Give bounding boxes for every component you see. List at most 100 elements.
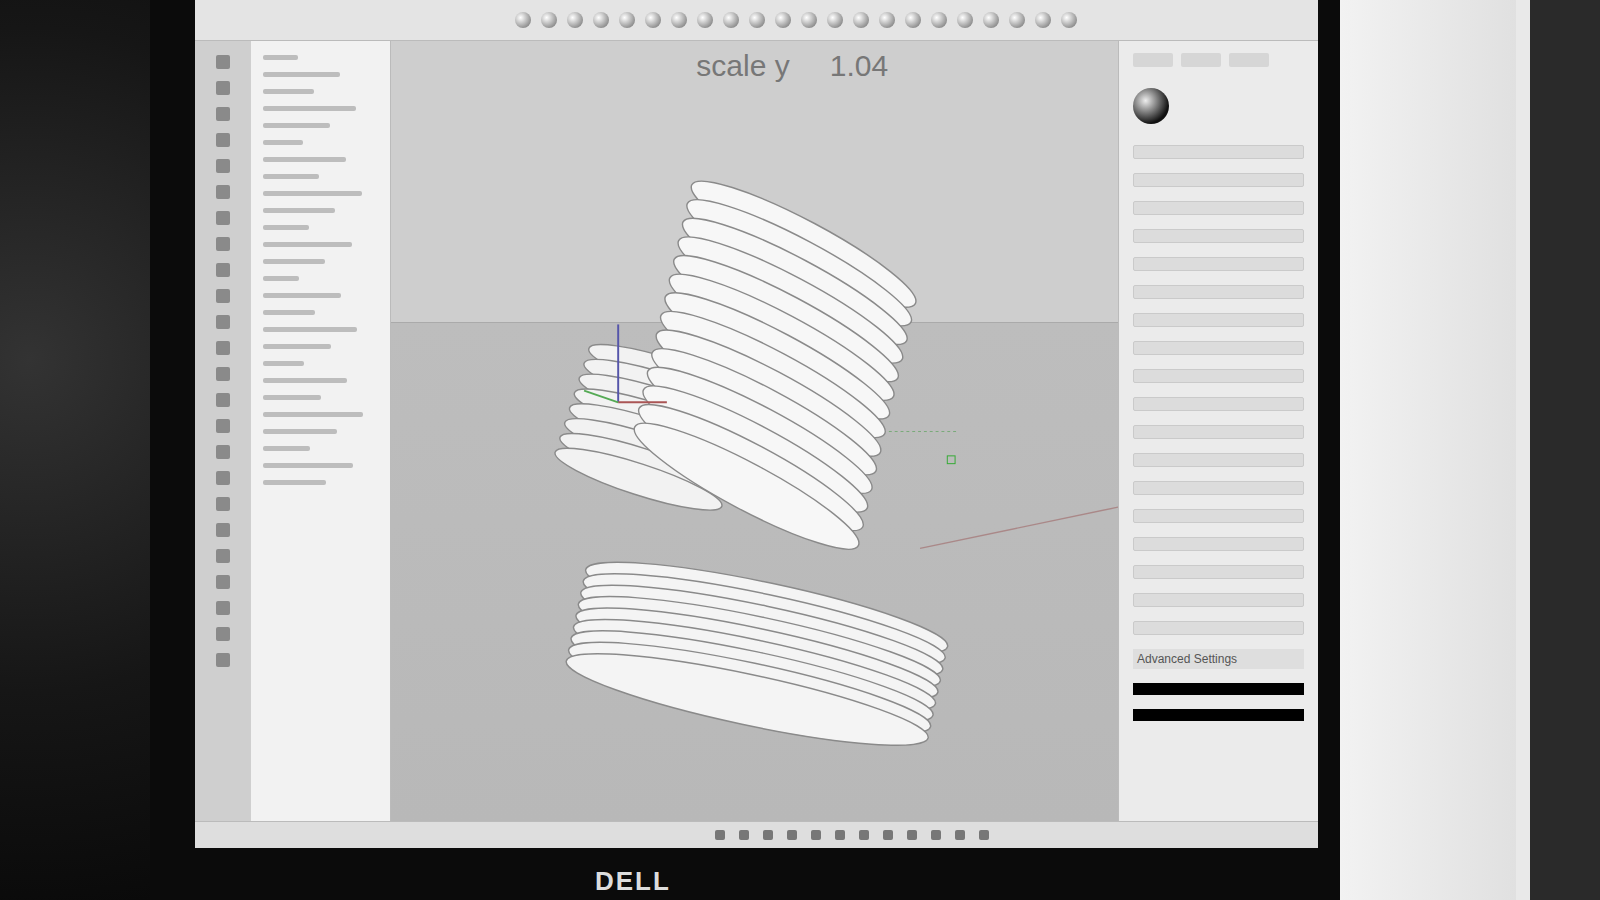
tool-icon[interactable]	[216, 185, 230, 199]
panel-row[interactable]	[263, 480, 326, 485]
tool-icon[interactable]	[931, 12, 947, 28]
property-row[interactable]	[1133, 257, 1304, 271]
tool-icon[interactable]	[619, 12, 635, 28]
color-swatch[interactable]	[1133, 683, 1304, 695]
tool-icon[interactable]	[216, 445, 230, 459]
viewport[interactable]: scale y1.04	[391, 41, 1118, 821]
property-row[interactable]	[1133, 285, 1304, 299]
panel-row[interactable]	[263, 310, 315, 315]
property-row[interactable]	[1133, 397, 1304, 411]
tool-icon[interactable]	[216, 393, 230, 407]
tool-icon[interactable]	[216, 601, 230, 615]
tool-icon[interactable]	[749, 12, 765, 28]
tool-icon[interactable]	[216, 549, 230, 563]
property-row[interactable]	[1133, 481, 1304, 495]
panel-row[interactable]	[263, 157, 346, 162]
tool-icon[interactable]	[1061, 12, 1077, 28]
panel-row[interactable]	[263, 191, 362, 196]
property-row[interactable]	[1133, 369, 1304, 383]
tool-icon[interactable]	[216, 341, 230, 355]
panel-row[interactable]	[263, 242, 352, 247]
tool-icon[interactable]	[541, 12, 557, 28]
panel-row[interactable]	[263, 293, 341, 298]
snap-icon[interactable]	[715, 830, 725, 840]
property-row[interactable]	[1133, 145, 1304, 159]
tool-icon[interactable]	[216, 627, 230, 641]
tool-icon[interactable]	[671, 12, 687, 28]
tool-icon[interactable]	[853, 12, 869, 28]
property-row[interactable]	[1133, 313, 1304, 327]
shoe-model[interactable]	[391, 81, 1118, 821]
panel-row[interactable]	[263, 463, 353, 468]
tool-icon[interactable]	[216, 211, 230, 225]
tool-icon[interactable]	[567, 12, 583, 28]
tool-icon[interactable]	[697, 12, 713, 28]
tool-icon[interactable]	[645, 12, 661, 28]
panel-row[interactable]	[263, 89, 314, 94]
tool-icon[interactable]	[1009, 12, 1025, 28]
tool-icon[interactable]	[216, 653, 230, 667]
panel-row[interactable]	[263, 412, 363, 417]
tool-icon[interactable]	[216, 237, 230, 251]
snap-icon[interactable]	[883, 830, 893, 840]
property-row[interactable]	[1133, 565, 1304, 579]
panel-row[interactable]	[263, 123, 330, 128]
property-row[interactable]	[1133, 201, 1304, 215]
snap-icon[interactable]	[835, 830, 845, 840]
panel-row[interactable]	[263, 72, 340, 77]
tool-icon[interactable]	[905, 12, 921, 28]
tool-icon[interactable]	[216, 263, 230, 277]
tool-icon[interactable]	[827, 12, 843, 28]
tool-icon[interactable]	[216, 315, 230, 329]
tool-icon[interactable]	[216, 107, 230, 121]
snap-icon[interactable]	[859, 830, 869, 840]
properties-tab[interactable]	[1181, 53, 1221, 67]
property-row[interactable]	[1133, 453, 1304, 467]
panel-row[interactable]	[263, 378, 347, 383]
panel-row[interactable]	[263, 208, 335, 213]
tool-icon[interactable]	[957, 12, 973, 28]
panel-row[interactable]	[263, 276, 299, 281]
property-row[interactable]	[1133, 229, 1304, 243]
snap-icon[interactable]	[739, 830, 749, 840]
tool-icon[interactable]	[775, 12, 791, 28]
tool-icon[interactable]	[515, 12, 531, 28]
tool-icon[interactable]	[216, 419, 230, 433]
snap-icon[interactable]	[931, 830, 941, 840]
snap-icon[interactable]	[979, 830, 989, 840]
panel-row[interactable]	[263, 344, 331, 349]
panel-row[interactable]	[263, 446, 310, 451]
tool-icon[interactable]	[723, 12, 739, 28]
panel-row[interactable]	[263, 259, 325, 264]
property-row[interactable]	[1133, 425, 1304, 439]
tool-icon[interactable]	[216, 81, 230, 95]
tool-icon[interactable]	[216, 523, 230, 537]
tool-icon[interactable]	[1035, 12, 1051, 28]
gizmo-icon[interactable]	[584, 324, 667, 402]
tool-icon[interactable]	[216, 55, 230, 69]
panel-row[interactable]	[263, 106, 356, 111]
tool-icon[interactable]	[593, 12, 609, 28]
tool-icon[interactable]	[216, 289, 230, 303]
property-row[interactable]	[1133, 621, 1304, 635]
tool-icon[interactable]	[216, 497, 230, 511]
color-swatch[interactable]	[1133, 709, 1304, 721]
snap-icon[interactable]	[811, 830, 821, 840]
panel-row[interactable]	[263, 174, 319, 179]
snap-icon[interactable]	[955, 830, 965, 840]
tool-icon[interactable]	[216, 133, 230, 147]
panel-row[interactable]	[263, 55, 298, 60]
tool-icon[interactable]	[216, 471, 230, 485]
snap-icon[interactable]	[787, 830, 797, 840]
tool-icon[interactable]	[983, 12, 999, 28]
property-row[interactable]	[1133, 593, 1304, 607]
panel-row[interactable]	[263, 361, 304, 366]
property-row[interactable]	[1133, 341, 1304, 355]
panel-row[interactable]	[263, 395, 321, 400]
tool-icon[interactable]	[216, 367, 230, 381]
properties-tab[interactable]	[1229, 53, 1269, 67]
panel-row[interactable]	[263, 429, 337, 434]
panel-row[interactable]	[263, 327, 357, 332]
snap-icon[interactable]	[907, 830, 917, 840]
control-point[interactable]	[947, 456, 955, 464]
